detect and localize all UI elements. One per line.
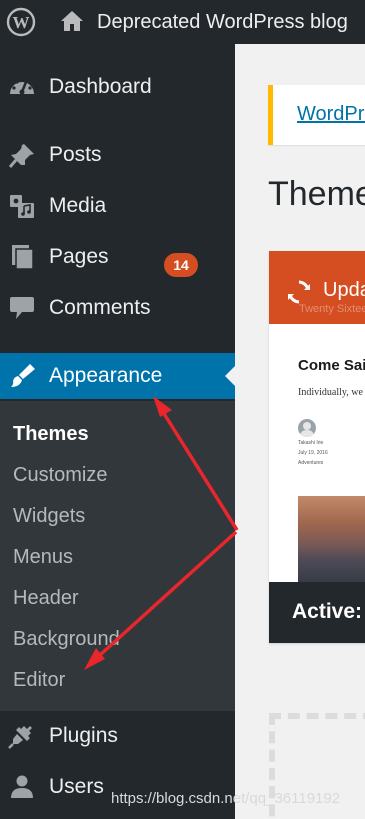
- sidebar-item-comments[interactable]: Comments: [0, 285, 235, 331]
- active-theme-label: Active: Twenty Sixteen: [292, 600, 365, 623]
- sidebar-item-users[interactable]: Users: [0, 764, 235, 810]
- media-icon: [10, 195, 34, 218]
- sidebar-item-label: Posts: [49, 143, 102, 166]
- add-new-theme-card[interactable]: [269, 713, 365, 819]
- submenu-item-background[interactable]: Background: [13, 627, 120, 651]
- preview-post-category: Adventures: [298, 460, 324, 466]
- admin-bar: W Deprecated WordPress blog: [0, 0, 365, 44]
- submenu-item-customize[interactable]: Customize: [13, 463, 107, 487]
- preview-featured-image: [298, 496, 365, 582]
- update-sync-icon: [288, 280, 310, 304]
- pushpin-icon: [8, 144, 34, 168]
- sidebar-item-label: Plugins: [49, 724, 118, 747]
- sidebar-item-posts[interactable]: Posts: [0, 132, 235, 178]
- active-theme-card[interactable]: Twenty Sixteen Update available Come Sai…: [269, 251, 365, 643]
- preview-post-title: Come Sail Away with Me: [298, 357, 365, 374]
- sidebar-item-label: Appearance: [49, 364, 163, 387]
- update-notice-link[interactable]: WordPress 5.4 is available! Please updat…: [297, 101, 365, 127]
- theme-update-bar[interactable]: Twenty Sixteen Update available: [269, 251, 365, 324]
- sidebar-item-label: Comments: [49, 296, 151, 319]
- comments-count-badge: 14: [164, 253, 198, 277]
- submenu-item-menus[interactable]: Menus: [13, 545, 73, 569]
- dashboard-gauge-icon: [10, 80, 34, 95]
- comment-bubble-icon: [10, 297, 34, 319]
- submenu-item-themes[interactable]: Themes: [13, 422, 89, 446]
- sidebar-item-appearance[interactable]: Appearance: [0, 353, 235, 399]
- site-name-link[interactable]: Deprecated WordPress blog: [97, 10, 348, 34]
- sidebar-item-label: Pages: [49, 245, 109, 268]
- preview-post-excerpt: Individually, we are one drop. Together,…: [298, 387, 365, 398]
- update-notice: WordPress 5.4 is available! Please updat…: [268, 85, 365, 145]
- page-title: Themes: [268, 175, 365, 213]
- main-content: WordPress 5.4 is available! Please updat…: [235, 44, 365, 819]
- update-available-label: Update available: [323, 279, 365, 301]
- sidebar-item-dashboard[interactable]: Dashboard: [0, 64, 235, 110]
- theme-screenshot: Come Sail Away with Me Individually, we …: [269, 324, 365, 582]
- plug-icon: [8, 726, 32, 749]
- sidebar-item-pages[interactable]: Pages: [0, 234, 235, 280]
- paintbrush-icon: [11, 364, 35, 387]
- theme-name-ghost: Twenty Sixteen: [299, 303, 365, 315]
- home-icon[interactable]: [60, 10, 84, 32]
- sidebar-item-label: Users: [49, 775, 104, 798]
- sidebar-item-plugins[interactable]: Plugins: [0, 713, 235, 759]
- active-theme-bar: Active: Twenty Sixteen: [269, 582, 365, 643]
- sidebar-item-label: Dashboard: [49, 75, 152, 98]
- sidebar-item-label: Media: [49, 194, 107, 217]
- pages-icon: [12, 245, 34, 270]
- preview-post-date: July 19, 2016: [298, 450, 328, 456]
- user-icon: [11, 775, 33, 798]
- submenu-item-header[interactable]: Header: [13, 586, 79, 610]
- wordpress-logo-icon[interactable]: W: [6, 7, 36, 37]
- preview-author-avatar: [298, 419, 316, 437]
- preview-author-name: Takashi Irie: [298, 440, 324, 446]
- svg-text:W: W: [13, 13, 30, 32]
- submenu-item-widgets[interactable]: Widgets: [13, 504, 85, 528]
- submenu-item-editor[interactable]: Editor: [13, 668, 65, 692]
- sidebar-item-media[interactable]: Media: [0, 183, 235, 229]
